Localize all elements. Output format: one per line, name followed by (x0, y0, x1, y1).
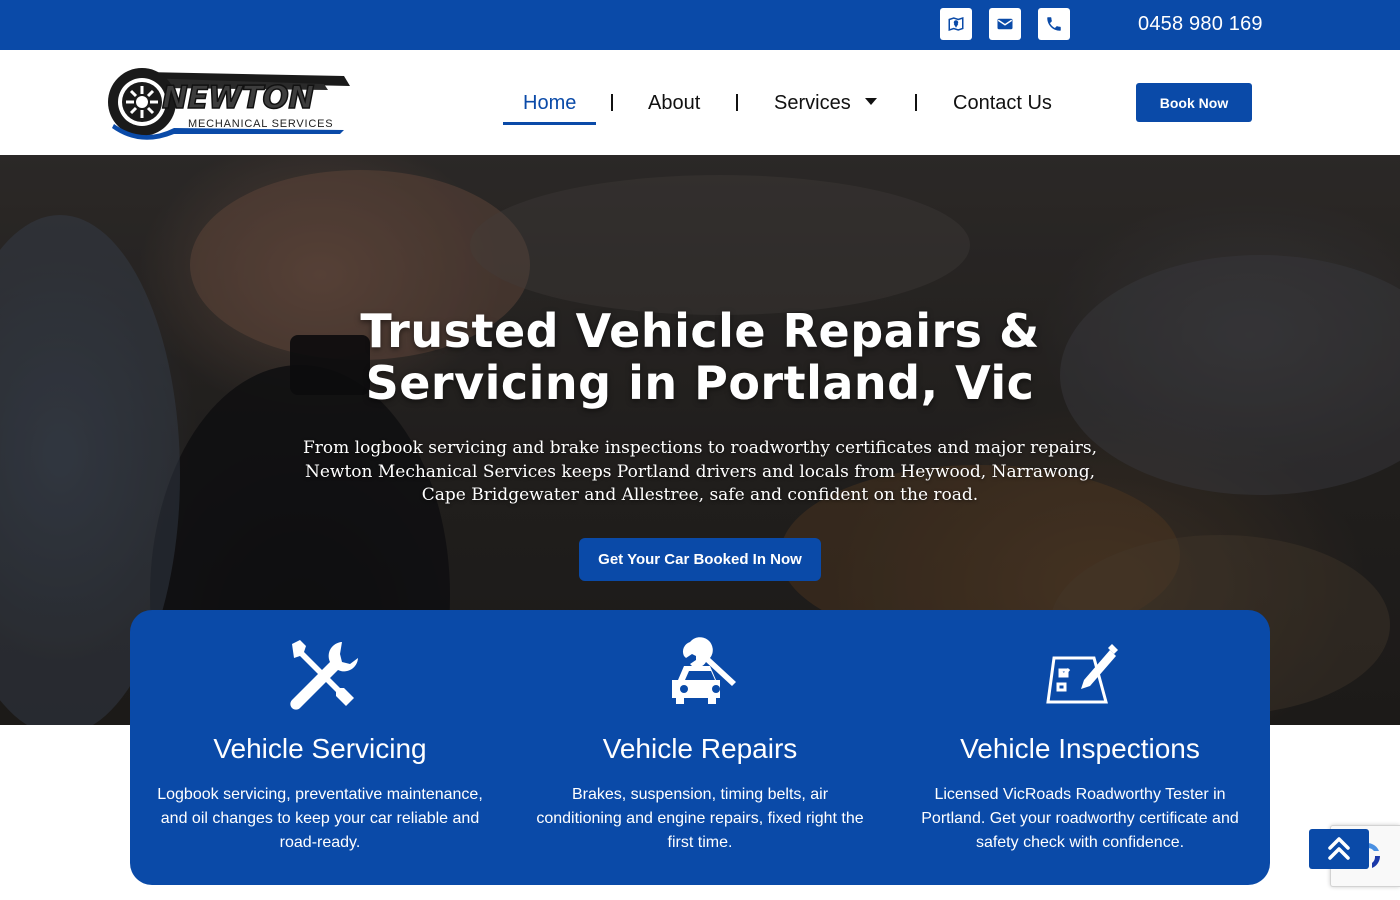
tools-icon (280, 636, 360, 716)
newton-logo[interactable]: NEWTON MECHANICAL SERVICES (104, 64, 354, 140)
service-card-servicing: Vehicle Servicing Logbook servicing, pre… (130, 610, 510, 885)
nav-separator (611, 94, 613, 111)
nav-contact-us[interactable]: Contact Us (953, 92, 1052, 115)
site-header: NEWTON MECHANICAL SERVICES Home About Se… (0, 50, 1400, 155)
service-description-line: safety check with confidence. (975, 834, 1185, 851)
top-contact-bar: 0458 980 169 (0, 0, 1400, 50)
book-now-button[interactable]: Book Now (1136, 83, 1252, 122)
nav-home[interactable]: Home (523, 92, 576, 115)
hero-title-line: Trusted Vehicle Repairs & (360, 304, 1040, 358)
phone-icon[interactable] (1038, 8, 1070, 40)
book-car-button[interactable]: Get Your Car Booked In Now (579, 538, 821, 581)
hero-subtitle: From logbook servicing and brake inspect… (250, 437, 1150, 508)
phone-number-link[interactable]: 0458 980 169 (1138, 13, 1263, 36)
service-description: Logbook servicing, preventative maintena… (150, 783, 490, 855)
service-description-line: conditioning and engine repairs, fixed r… (536, 810, 864, 827)
scroll-to-top-button[interactable] (1309, 829, 1369, 869)
service-description: Brakes, suspension, timing belts, air co… (530, 783, 870, 855)
services-panel: Vehicle Servicing Logbook servicing, pre… (130, 610, 1270, 885)
checklist-pen-icon (1040, 636, 1120, 716)
envelope-icon[interactable] (989, 8, 1021, 40)
nav-about[interactable]: About (648, 92, 700, 115)
nav-separator (736, 94, 738, 111)
service-description-line: road-ready. (279, 834, 361, 851)
double-chevron-up-icon (1328, 837, 1350, 860)
hero-subtitle-line: Cape Bridgewater and Allestree, safe and… (421, 485, 979, 505)
service-description: Licensed VicRoads Roadworthy Tester in P… (910, 783, 1250, 855)
nav-active-indicator (503, 122, 596, 125)
service-title: Vehicle Repairs (602, 733, 798, 764)
service-description-line: Licensed VicRoads Roadworthy Tester in (934, 786, 1226, 803)
logo-tagline: MECHANICAL SERVICES (188, 118, 334, 130)
hero-subtitle-line: Newton Mechanical Services keeps Portlan… (304, 461, 1096, 482)
nav-separator (915, 94, 917, 111)
service-title: Vehicle Servicing (213, 733, 427, 764)
nav-services[interactable]: Services (774, 92, 877, 115)
service-description-line: Logbook servicing, preventative maintena… (157, 786, 483, 803)
service-description-line: first time. (667, 834, 733, 851)
service-description-line: Brakes, suspension, timing belts, air (571, 786, 829, 803)
logo-name: NEWTON (161, 79, 315, 117)
service-title: Vehicle Inspections (960, 733, 1200, 764)
caret-down-icon[interactable] (864, 98, 877, 106)
service-description-line: and oil changes to keep your car reliabl… (160, 810, 480, 827)
service-description-line: Portland. Get your roadworthy certificat… (921, 810, 1239, 827)
hero-title: Trusted Vehicle Repairs & Servicing in P… (0, 305, 1400, 409)
service-card-repairs: Vehicle Repairs Brakes, suspension, timi… (510, 610, 890, 885)
hero-title-line: Servicing in Portland, Vic (365, 356, 1035, 410)
hero-subtitle-line: From logbook servicing and brake inspect… (303, 438, 1097, 458)
nav-services-label: Services (774, 92, 851, 114)
service-card-inspections: Vehicle Inspections Licensed VicRoads Ro… (890, 610, 1270, 885)
car-wrench-icon (660, 636, 740, 716)
map-icon[interactable] (940, 8, 972, 40)
